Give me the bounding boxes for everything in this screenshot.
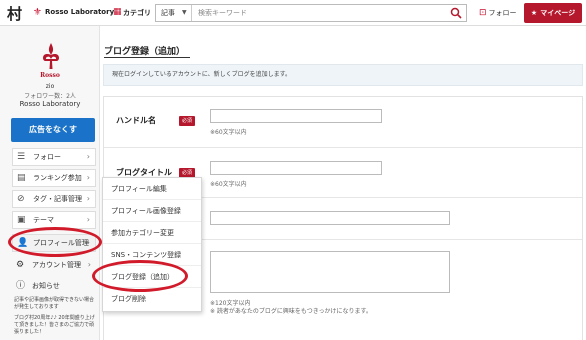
mypage-button[interactable]: ★ マイページ — [524, 3, 582, 23]
handle-name-input[interactable] — [210, 109, 382, 123]
row-divider — [104, 147, 582, 148]
search-bar: 記事 ▼ — [155, 4, 467, 22]
ranking-icon: ▤ — [17, 173, 26, 183]
sidebar-item-label: フォロー — [33, 153, 61, 161]
tag-icon: ⊘ — [17, 194, 25, 204]
gear-icon: ⚙ — [16, 260, 25, 270]
blog-title-input[interactable] — [210, 161, 382, 175]
chevron-right-icon: › — [87, 260, 91, 269]
chevron-down-icon: ▼ — [182, 9, 187, 16]
search-scope-value: 記事 — [161, 9, 175, 17]
sidebar-item-account[interactable]: ⚙ アカウント管理 › — [12, 257, 96, 273]
blog-title-hint: ※60文字以内 — [210, 181, 247, 188]
follower-count: フォロワー数：2人 — [24, 93, 76, 100]
handle-name-hint: ※60文字以内 — [210, 129, 247, 136]
theme-icon: ▣ — [17, 215, 26, 225]
sidebar-item-label: テーマ — [33, 216, 54, 224]
handle-name-label: ハンドル名 — [116, 116, 156, 125]
chevron-right-icon: › — [86, 194, 90, 203]
list-icon: ☰ — [17, 152, 26, 162]
search-input[interactable] — [198, 6, 448, 20]
chevron-right-icon: › — [86, 152, 90, 161]
sidebar-item-news[interactable]: ⓘ お知らせ — [12, 278, 96, 294]
user-name: zio — [45, 83, 55, 90]
chevron-right-icon: › — [86, 215, 90, 224]
star-icon: ★ — [530, 9, 538, 17]
search-icon[interactable] — [450, 7, 462, 19]
sidebar-item-theme[interactable]: ▣ テーマ › — [12, 211, 96, 229]
category-link[interactable]: カテゴリ — [123, 8, 151, 18]
site-logo[interactable]: 村 — [7, 3, 22, 24]
required-badge: 必須 — [179, 116, 195, 126]
logo-word: Rosso — [40, 72, 60, 79]
page-title: ブログ登録（追加） — [104, 47, 186, 57]
blog-url-input[interactable] — [210, 211, 450, 225]
info-message: 現在ログインしているアカウントに、新しくブログを追加します。 — [103, 64, 583, 86]
sidebar-item-profile[interactable]: 👤 プロフィール管理 › — [12, 234, 96, 252]
rosso-logo — [43, 43, 59, 69]
brand-name[interactable]: Rosso Laboratory — [45, 8, 114, 16]
chevron-right-icon: › — [86, 173, 90, 182]
remove-ads-button[interactable]: 広告をなくす — [11, 118, 95, 142]
mypage-label: マイページ — [540, 9, 576, 17]
profile-dropdown-menu: プロフィール編集 プロフィール画像登録 参加カテゴリー変更 SNS・コンテンツ登… — [102, 177, 202, 312]
follow-button[interactable]: ⊡ フォロー — [479, 5, 521, 21]
follow-label: フォロー — [488, 9, 517, 17]
profile-icon: 👤 — [17, 238, 29, 248]
blog-description-hint: ※120文字以内 ※ 読者があなたのブログに興味をもつきっかけになります。 — [210, 300, 372, 315]
sidebar-item-tags[interactable]: ⊘ タグ・記事管理 › — [12, 190, 96, 208]
news-item[interactable]: 記事や記事画像が取得できない場合が発生しております — [14, 297, 96, 311]
blog-name-link[interactable]: Rosso Laboratory — [0, 100, 100, 108]
dropdown-item-category-change[interactable]: 参加カテゴリー変更 — [103, 222, 201, 244]
dropdown-item-profile-image[interactable]: プロフィール画像登録 — [103, 200, 201, 222]
top-header: 村 ⚜ Rosso Laboratory ▦ カテゴリ 記事 ▼ ⊡フォロー ★… — [0, 0, 586, 26]
sidebar: Rosso zio フォロワー数：2人 Rosso Laboratory 広告を… — [0, 26, 100, 340]
grid-icon: ▦ — [113, 7, 122, 17]
sidebar-item-ranking[interactable]: ▤ ランキング参加 › — [12, 169, 96, 187]
sidebar-item-label: アカウント管理 — [32, 261, 81, 269]
dropdown-item-profile-edit[interactable]: プロフィール編集 — [103, 178, 201, 200]
title-underline — [104, 57, 190, 58]
chevron-right-icon: › — [86, 238, 90, 247]
blog-description-textarea[interactable] — [210, 251, 450, 293]
fleur-de-lis-icon: ⚜ — [33, 7, 42, 18]
dropdown-item-blog-delete[interactable]: ブログ削除 — [103, 288, 201, 310]
sidebar-item-label: ランキング参加 — [33, 174, 82, 182]
info-icon: ⓘ — [16, 281, 26, 291]
sidebar-item-label: お知らせ — [32, 282, 60, 290]
sidebar-item-label: タグ・記事管理 — [33, 195, 82, 203]
news-item[interactable]: ブログ村20周年♪♪ 20年間盛り上げて頂きました！皆さまのご協力で頑張りました… — [14, 315, 96, 336]
sidebar-item-follow[interactable]: ☰ フォロー › — [12, 148, 96, 166]
sidebar-item-label: プロフィール管理 — [33, 239, 89, 247]
dropdown-item-blog-add[interactable]: ブログ登録（追加） — [103, 266, 201, 288]
follow-icon: ⊡ — [479, 8, 487, 18]
dropdown-item-sns[interactable]: SNS・コンテンツ登録 — [103, 244, 201, 266]
